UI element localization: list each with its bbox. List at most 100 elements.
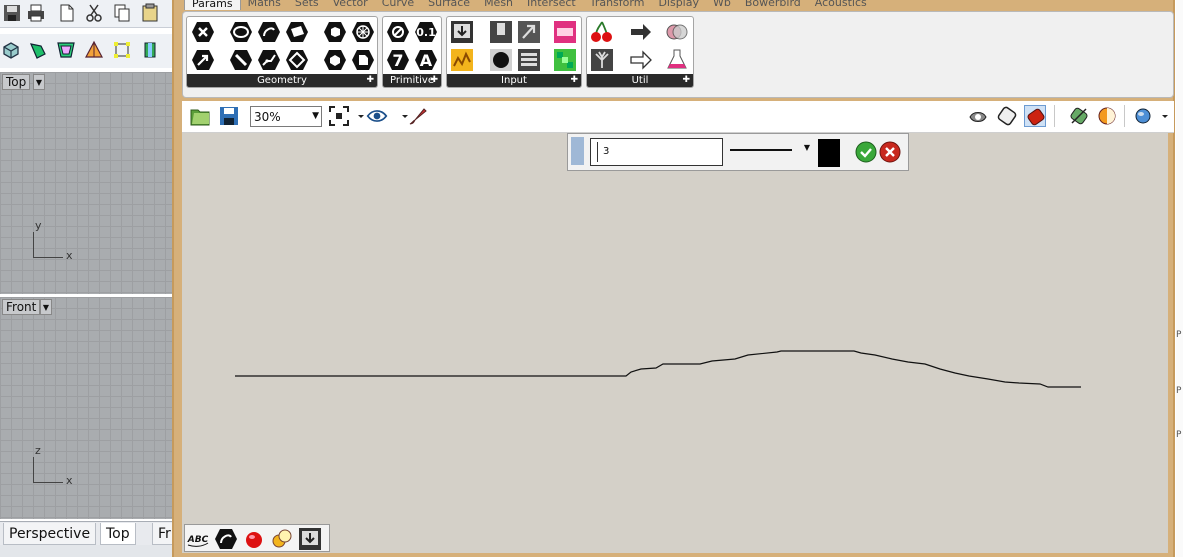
boolean-param-icon[interactable]	[386, 20, 410, 44]
tab-wb[interactable]: Wb	[706, 0, 738, 10]
save-icon[interactable]	[2, 3, 22, 23]
tab-perspective[interactable]: Perspective	[3, 523, 97, 545]
viewport-menu-icon[interactable]: ▼	[40, 299, 52, 315]
ok-check-icon[interactable]	[855, 141, 877, 163]
axis-line-horizontal	[33, 257, 63, 258]
point-tag-icon[interactable]	[242, 527, 266, 551]
zoom-menu-arrow-icon[interactable]	[350, 105, 364, 127]
circle-param-icon[interactable]	[229, 20, 253, 44]
cherry-picker-icon[interactable]	[590, 20, 614, 44]
tab-maths[interactable]: Maths	[241, 0, 288, 10]
tab-bowerbird[interactable]: Bowerbird	[738, 0, 808, 10]
mesh-param-icon[interactable]	[351, 20, 375, 44]
panel-geometry: Geometry ✚	[186, 16, 378, 88]
sketch-brush-icon[interactable]	[406, 105, 428, 127]
tab-top[interactable]: Top	[100, 523, 136, 545]
tab-display[interactable]: Display	[651, 0, 706, 10]
brep-param-icon[interactable]	[323, 48, 347, 72]
toggle-component-icon[interactable]	[489, 20, 513, 44]
preview-eye-icon[interactable]	[366, 105, 392, 127]
tab-transform[interactable]: Transform	[583, 0, 652, 10]
plane-param-icon[interactable]	[285, 48, 309, 72]
tree-data-icon[interactable]	[590, 48, 614, 72]
bake-icon[interactable]	[1068, 105, 1090, 127]
canvas-toolbar: 30% ▼	[182, 101, 1174, 133]
front-viewport[interactable]: Front ▼ z x	[0, 297, 176, 519]
extrude-surface-icon[interactable]	[56, 40, 76, 60]
panel-label[interactable]: Geometry ✚	[187, 74, 377, 87]
colour-swatch-icon[interactable]	[553, 20, 577, 44]
tab-sets[interactable]: Sets	[288, 0, 326, 10]
preview-menu-arrow-icon[interactable]	[394, 105, 408, 127]
number-param-icon[interactable]: 0.1	[414, 20, 438, 44]
open-file-icon[interactable]	[189, 105, 211, 127]
tab-params[interactable]: Params	[184, 0, 241, 10]
cut-icon[interactable]	[84, 3, 104, 23]
tab-vector[interactable]: Vector	[326, 0, 375, 10]
relay-icon[interactable]	[629, 48, 653, 72]
box-param-icon[interactable]	[323, 20, 347, 44]
integer-param-label: 7	[392, 51, 403, 70]
line-style-select[interactable]: ▼	[728, 142, 812, 158]
preview-wireframe-icon[interactable]	[967, 105, 989, 127]
integer-param-icon[interactable]: 7	[386, 48, 410, 72]
display-menu-arrow-icon[interactable]	[1154, 105, 1168, 127]
button-component-icon[interactable]	[489, 48, 513, 72]
jump-icon[interactable]	[665, 20, 689, 44]
tab-mesh[interactable]: Mesh	[477, 0, 520, 10]
matrix-component-icon[interactable]	[553, 48, 577, 72]
thickness-input[interactable]: 3	[590, 138, 723, 166]
tab-curve[interactable]: Curve	[375, 0, 421, 10]
material-icon[interactable]	[1096, 105, 1118, 127]
tab-intersect[interactable]: Intersect	[520, 0, 583, 10]
curve-tag-icon[interactable]	[214, 527, 238, 551]
tab-acoustics[interactable]: Acoustics	[808, 0, 874, 10]
grasshopper-canvas[interactable]: 3 ▼	[182, 133, 1168, 553]
box-solid-icon[interactable]	[1, 40, 21, 60]
colour-swatch[interactable]	[818, 139, 840, 167]
print-icon[interactable]	[26, 3, 46, 23]
curve-param-icon[interactable]	[257, 48, 281, 72]
viewport-title[interactable]: Top	[2, 74, 31, 90]
zoom-extents-icon[interactable]	[328, 105, 350, 127]
drag-handle[interactable]	[571, 137, 584, 165]
slider-component-icon[interactable]	[517, 20, 541, 44]
save-file-icon[interactable]	[218, 105, 240, 127]
pyramid-icon[interactable]	[84, 40, 104, 60]
marker-tag-icon[interactable]	[270, 527, 294, 551]
axis-line-vertical	[33, 457, 34, 482]
panel-label[interactable]: Input ✚	[447, 74, 581, 87]
vector-param-icon[interactable]	[191, 48, 215, 72]
data-dam-icon[interactable]	[629, 20, 653, 44]
text-param-icon[interactable]: A	[414, 48, 438, 72]
extrude-solid-icon[interactable]	[28, 40, 48, 60]
paste-icon[interactable]	[140, 3, 160, 23]
field-param-icon[interactable]	[351, 48, 375, 72]
axis-label-z: z	[35, 444, 41, 457]
geometry-param-icon[interactable]	[191, 20, 215, 44]
flask-icon[interactable]	[665, 48, 689, 72]
cylinder-icon[interactable]	[140, 40, 160, 60]
surface-param-icon[interactable]	[285, 20, 309, 44]
arc-param-icon[interactable]	[257, 20, 281, 44]
line-param-icon[interactable]	[229, 48, 253, 72]
viewport-title[interactable]: Front	[2, 299, 41, 315]
new-document-icon[interactable]	[57, 3, 77, 23]
gradient-component-icon[interactable]	[450, 48, 474, 72]
copy-icon[interactable]	[112, 3, 132, 23]
preview-shaded-icon[interactable]	[996, 105, 1018, 127]
control-points-icon[interactable]	[112, 40, 132, 60]
panel-component-icon[interactable]	[450, 20, 474, 44]
zoom-select[interactable]: 30% ▼	[250, 106, 322, 127]
panel-label[interactable]: Primitive ✚	[383, 74, 441, 87]
tab-surface[interactable]: Surface	[421, 0, 477, 10]
value-list-icon[interactable]	[517, 48, 541, 72]
cancel-x-icon[interactable]	[879, 141, 901, 163]
viewport-menu-icon[interactable]: ▼	[33, 74, 45, 90]
preview-selected-icon[interactable]	[1024, 105, 1046, 127]
text-tag-icon[interactable]: ABC	[186, 527, 210, 551]
display-mode-icon[interactable]	[1132, 105, 1154, 127]
panel-label[interactable]: Util ✚	[587, 74, 693, 87]
panel-tag-icon[interactable]	[298, 527, 322, 551]
top-viewport[interactable]: Top ▼ y x	[0, 72, 176, 294]
